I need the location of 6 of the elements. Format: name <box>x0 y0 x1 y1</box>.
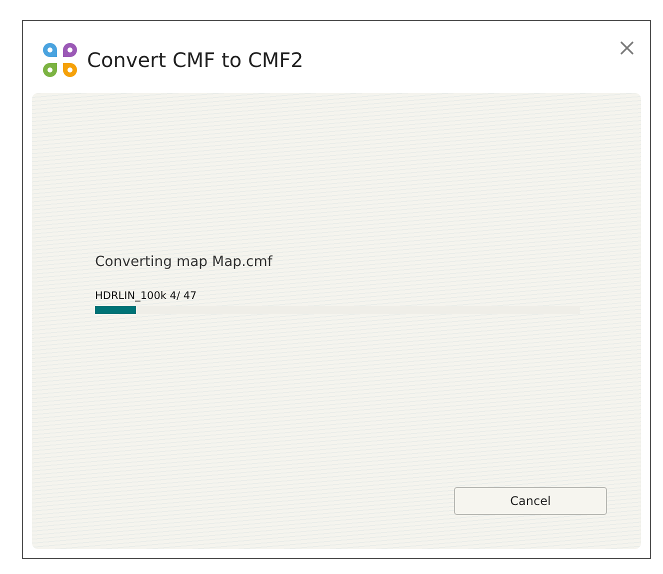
cancel-button[interactable]: Cancel <box>454 487 607 515</box>
status-message: Converting map Map.cmf <box>95 254 274 270</box>
progress-label: HDRLIN_100k 4/ 47 <box>95 290 198 302</box>
logo-icon <box>41 41 79 79</box>
close-icon[interactable] <box>620 41 634 55</box>
window-title: Convert CMF to CMF2 <box>87 48 304 72</box>
